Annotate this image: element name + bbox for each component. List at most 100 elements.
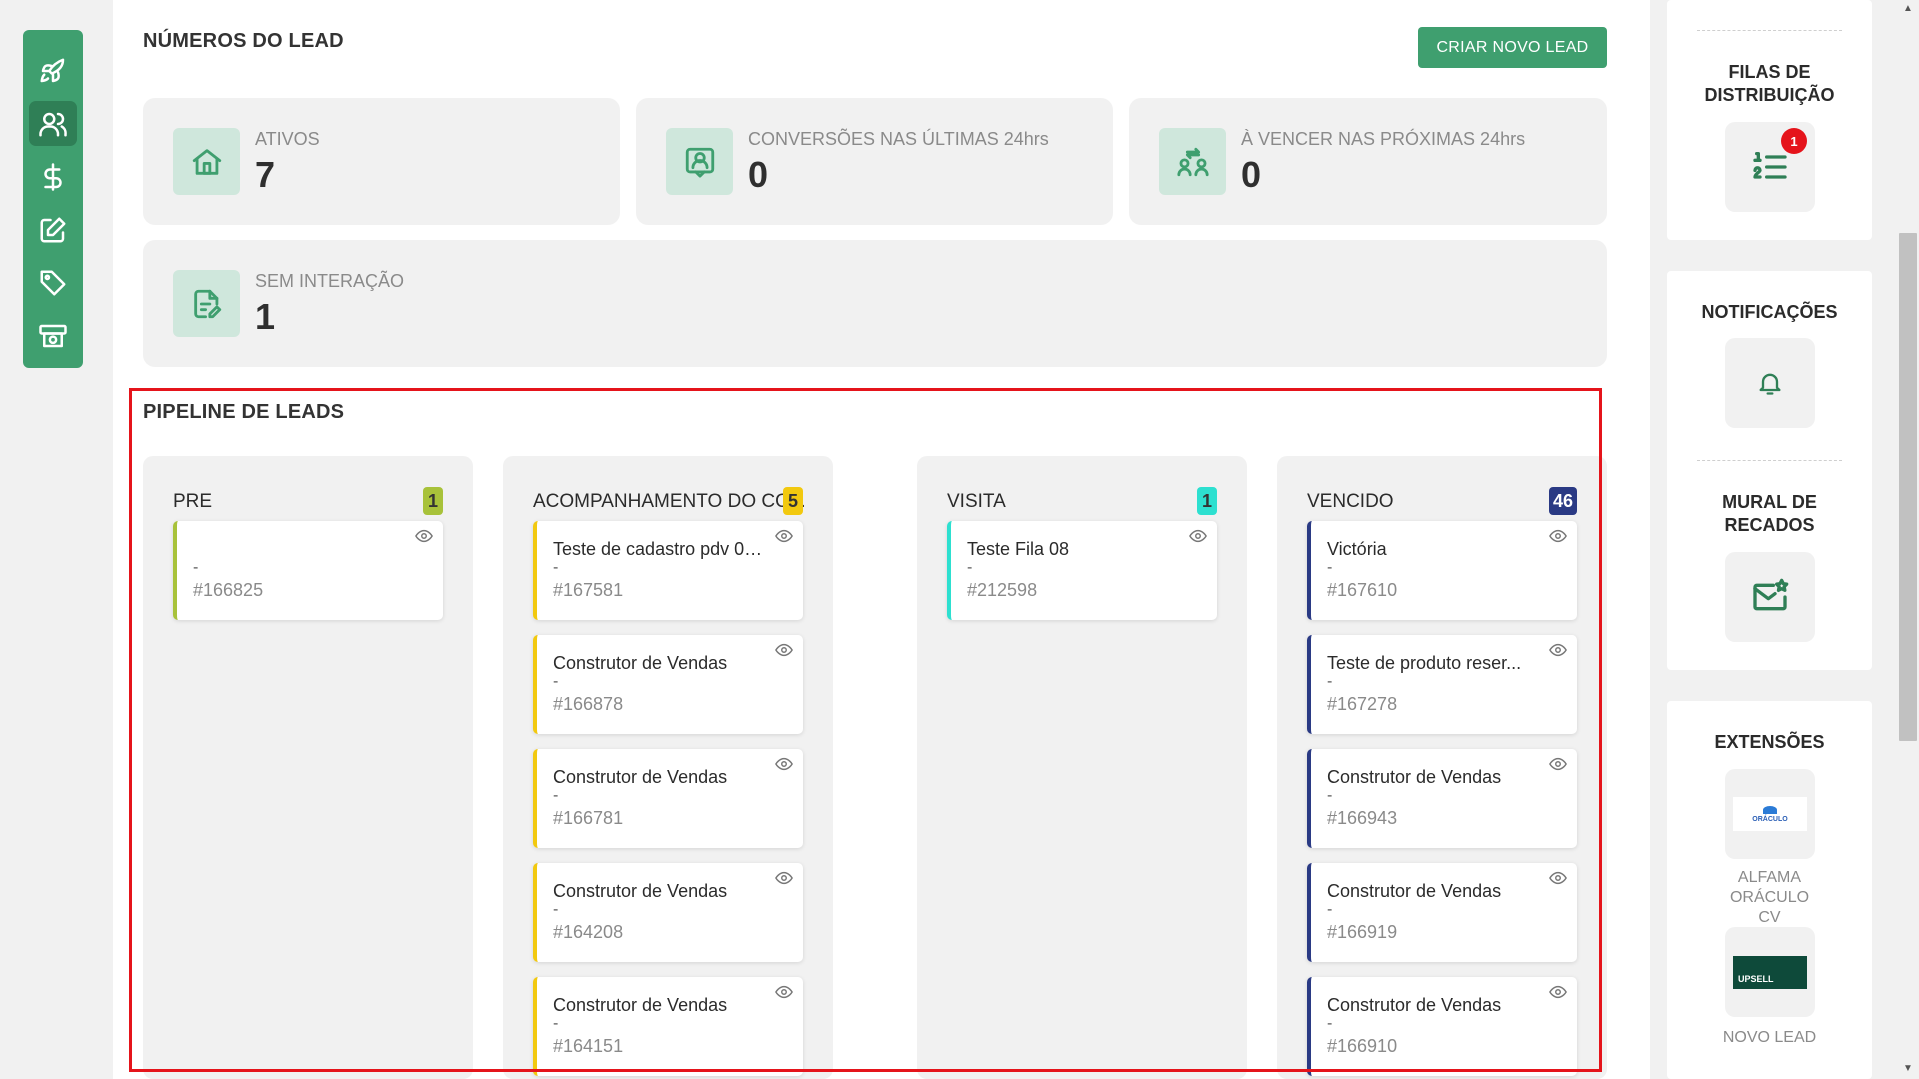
left-nav-rail bbox=[23, 30, 83, 368]
create-lead-button[interactable]: CRIAR NOVO LEAD bbox=[1418, 27, 1607, 68]
column-title: PRE bbox=[173, 491, 213, 512]
lead-id: #212598 bbox=[967, 580, 1038, 600]
lead-id: #166878 bbox=[553, 694, 624, 714]
lead-name: Teste de produto reser... bbox=[1327, 653, 1522, 673]
lead-card[interactable]: Teste Fila 08- #212598 bbox=[947, 521, 1217, 620]
lead-name: Construtor de Vendas bbox=[553, 881, 728, 901]
notifications-panel: NOTIFICAÇÕES MURAL DE RECADOS bbox=[1667, 271, 1872, 670]
eye-icon[interactable] bbox=[775, 643, 795, 657]
column-header: PRE 1 bbox=[173, 487, 443, 515]
lead-name: Teste de cadastro pdv 03123 bbox=[553, 539, 763, 559]
lead-id: #164208 bbox=[553, 922, 624, 942]
eye-icon[interactable] bbox=[1549, 529, 1569, 543]
extension-upsell-button[interactable]: UPSELL bbox=[1725, 927, 1815, 1017]
oraculo-logo-text: ORÁCULO bbox=[1752, 815, 1788, 823]
filas-button[interactable]: 1 bbox=[1725, 122, 1815, 212]
notifications-title: NOTIFICAÇÕES bbox=[1701, 302, 1838, 322]
lead-id: #167610 bbox=[1327, 580, 1398, 600]
stat-value: 0 bbox=[1241, 154, 1262, 195]
lead-card[interactable]: Construtor de Vendas - #166943 bbox=[1307, 749, 1577, 848]
extension-upsell-label: NOVO LEAD bbox=[1722, 1029, 1817, 1046]
notifications-button[interactable] bbox=[1725, 338, 1815, 428]
filas-title: FILAS DE DISTRIBUIÇÃO bbox=[1704, 62, 1835, 105]
scroll-down-arrow[interactable]: ▼ bbox=[1902, 1064, 1914, 1074]
document-edit-icon bbox=[173, 270, 240, 337]
lead-card[interactable]: Teste de produto reser... - #167278 bbox=[1307, 635, 1577, 734]
upsell-logo: UPSELL bbox=[1733, 955, 1807, 989]
lead-card[interactable]: Construtor de Vendas - #166781 bbox=[533, 749, 803, 848]
leads-nav-button[interactable] bbox=[29, 101, 77, 146]
stat-value: 0 bbox=[748, 154, 769, 195]
lead-id: #166943 bbox=[1327, 808, 1398, 828]
mural-button[interactable] bbox=[1725, 552, 1815, 642]
users-icon bbox=[39, 112, 67, 136]
lead-card[interactable]: Construtor de Vendas - #164208 bbox=[533, 863, 803, 962]
pipeline-column-pre: PRE 1 - #166825 bbox=[143, 456, 473, 1079]
lead-name: Teste Fila 08 bbox=[967, 539, 1070, 559]
stat-label: ATIVOS bbox=[255, 129, 320, 149]
lead-id: #166910 bbox=[1327, 1036, 1398, 1056]
eye-icon[interactable] bbox=[1189, 529, 1209, 543]
lead-separator: - bbox=[553, 559, 559, 576]
lead-separator: - bbox=[1327, 673, 1333, 690]
upsell-logo-text: UPSELL bbox=[1738, 973, 1774, 984]
column-title: ACOMPANHAMENTO DO CO... bbox=[533, 491, 806, 512]
eye-icon[interactable] bbox=[1549, 985, 1569, 999]
eye-icon[interactable] bbox=[415, 529, 435, 543]
lead-card[interactable]: Construtor de Vendas - #166919 bbox=[1307, 863, 1577, 962]
user-badge-icon bbox=[666, 128, 733, 195]
tag-nav-button[interactable] bbox=[29, 260, 77, 305]
lead-card[interactable]: Teste de cadastro pdv 03123- #167581 bbox=[533, 521, 803, 620]
lead-separator: - bbox=[967, 559, 973, 576]
stat-card-a-vencer[interactable]: À VENCER NAS PRÓXIMAS 24hrs 0 bbox=[1129, 98, 1607, 225]
lead-card[interactable]: - #166825 bbox=[173, 521, 443, 620]
stat-card-ativos[interactable]: ATIVOS 7 bbox=[143, 98, 620, 225]
column-header: VISITA 1 bbox=[947, 487, 1217, 515]
lead-card[interactable]: Victória - #167610 bbox=[1307, 521, 1577, 620]
rocket-icon bbox=[40, 58, 65, 82]
divider bbox=[1697, 30, 1842, 31]
lead-card[interactable]: Construtor de Vendas - #164151 bbox=[533, 977, 803, 1076]
eye-icon[interactable] bbox=[775, 871, 795, 885]
lead-card[interactable]: Construtor de Vendas - #166910 bbox=[1307, 977, 1577, 1076]
lead-separator: - bbox=[1327, 901, 1333, 918]
column-count-badge: 1 bbox=[423, 487, 443, 515]
column-header: ACOMPANHAMENTO DO CO... 5 bbox=[533, 487, 806, 515]
rocket-nav-button[interactable] bbox=[29, 48, 77, 93]
pipeline-column-visita: VISITA 1 Teste Fila 08- #212598 bbox=[917, 456, 1247, 1079]
filas-notification-badge: 1 bbox=[1781, 128, 1807, 154]
mural-title: MURAL DE RECADOS bbox=[1722, 492, 1817, 535]
column-count-badge: 46 bbox=[1548, 487, 1577, 515]
lead-numbers-title: NÚMEROS DO LEAD bbox=[143, 30, 344, 52]
lead-name: Construtor de Vendas bbox=[553, 767, 728, 787]
extension-oraculo-button[interactable]: ORÁCULO bbox=[1725, 769, 1815, 859]
eye-icon[interactable] bbox=[775, 757, 795, 771]
stat-value: 1 bbox=[255, 296, 276, 337]
money-nav-button[interactable] bbox=[29, 313, 77, 358]
column-title: VISITA bbox=[947, 491, 1006, 512]
lead-name: Construtor de Vendas bbox=[1327, 995, 1502, 1015]
filas-panel: FILAS DE DISTRIBUIÇÃO 1 bbox=[1667, 0, 1872, 240]
stat-card-conversoes[interactable]: CONVERSÕES NAS ÚLTIMAS 24hrs 0 bbox=[636, 98, 1113, 225]
stat-card-sem-interacao[interactable]: SEM INTERAÇÃO 1 bbox=[143, 240, 1607, 367]
lead-name: Construtor de Vendas bbox=[1327, 881, 1502, 901]
column-title: VENCIDO bbox=[1307, 491, 1394, 512]
lead-id: #166919 bbox=[1327, 922, 1398, 942]
scrollbar-thumb[interactable] bbox=[1899, 233, 1917, 741]
column-count-badge: 1 bbox=[1197, 487, 1217, 515]
edit-nav-button[interactable] bbox=[29, 207, 77, 252]
eye-icon[interactable] bbox=[1549, 871, 1569, 885]
eye-icon[interactable] bbox=[775, 529, 795, 543]
lead-name: Victória bbox=[1327, 539, 1387, 559]
home-icon bbox=[173, 128, 240, 195]
eye-icon[interactable] bbox=[1549, 757, 1569, 771]
oraculo-logo: ORÁCULO bbox=[1733, 797, 1807, 831]
eye-icon[interactable] bbox=[775, 985, 795, 999]
lead-name: Construtor de Vendas bbox=[553, 995, 728, 1015]
stat-label: CONVERSÕES NAS ÚLTIMAS 24hrs bbox=[748, 129, 1049, 149]
finance-nav-button[interactable] bbox=[29, 154, 77, 199]
money-icon bbox=[39, 324, 67, 347]
scroll-up-arrow[interactable]: ▲ bbox=[1902, 4, 1914, 14]
lead-card[interactable]: Construtor de Vendas - #166878 bbox=[533, 635, 803, 734]
eye-icon[interactable] bbox=[1549, 643, 1569, 657]
